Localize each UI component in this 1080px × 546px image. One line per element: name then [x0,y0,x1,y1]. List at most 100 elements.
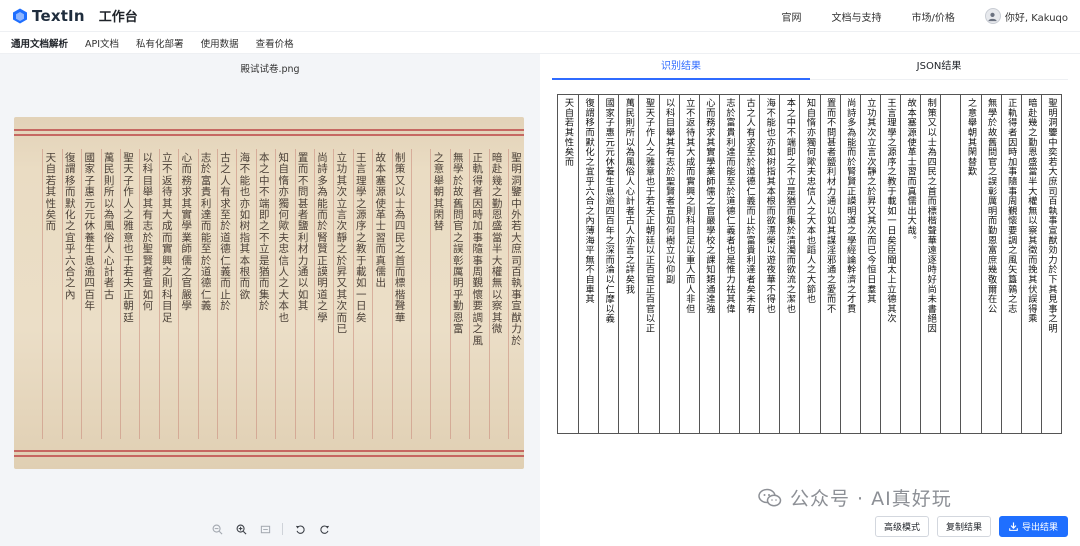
result-column-text: 立不返待其大成而實興之則科目足以重人而人非但 [683,98,695,314]
wechat-icon [758,488,782,506]
nav-market-pricing[interactable]: 市场/价格 [911,9,954,24]
advanced-mode-button[interactable]: 高级模式 [874,516,929,537]
rotate-left-button[interactable] [293,522,307,536]
copy-result-label: 复制结果 [945,523,982,533]
scroll-column-text: 本之中不端即之不立是猶而集於 [259,152,270,313]
scroll-column-text: 無學於故舊問官之誤彰厲明乎勤恩富 [453,152,464,336]
scroll-column-text: 復謂移而默化之宜乎六合之內 [65,152,76,301]
scroll-column-rule [139,149,141,439]
sub-nav: 通用文档解析 API文档 私有化部署 使用数据 查看价格 [0,32,1080,54]
scroll-column-rule [430,149,432,439]
scroll-column-text: 古之人有求至於道德仁義而止於 [220,152,231,313]
zoom-in-button[interactable] [234,522,248,536]
scroll-column-rule [120,149,121,439]
document-preview-pane: 殿试试卷.png 聖明洞鑒中外若大庶司百執事宣猷力於 暗赴幾之勤恩盛當半大權無以察… [0,54,540,546]
zoom-out-icon [212,524,222,534]
result-column: 無學於故舊問官之誤彰厲明而勤恩富庶幾敬爾在公 [980,95,1001,433]
copy-result-button[interactable]: 复制结果 [936,516,991,537]
scroll-column-rule [391,149,393,439]
scroll-column-rule [372,149,374,439]
result-column: 天自若其性矣而 [558,95,578,433]
rotate-right-button[interactable] [317,522,331,536]
result-column-text: 志於富貴利達而能至於道德仁義者也是惟力祛其偉 [723,98,735,314]
result-column: 聖明洞鑒中奕若大庶司百執事宣猷効力於下其見事之明 [1040,95,1061,433]
subnav-api-docs[interactable]: API文档 [85,36,119,50]
download-icon [1009,522,1018,531]
rotate-left-icon [295,524,305,534]
scroll-column-text: 以科目舉其有志於聖賢者宣如何 [142,152,154,313]
scroll-column-text: 之意舉朝其閑替 [433,152,445,233]
top-red-rule [14,129,524,131]
tab-recognition-result[interactable]: 识别结果 [552,54,810,80]
avatar[interactable] [984,8,1001,24]
result-column: 志於富貴利達而能至於道德仁義者也是惟力祛其偉 [718,95,739,433]
scroll-column-text: 國家子惠元元休養生息逾四百年 [84,152,95,313]
subnav-general-parsing[interactable]: 通用文档解析 [11,36,68,50]
scroll-column-text: 聖明洞鑒中外若大庶司百執事宣猷力於 [511,152,522,347]
scroll-column-rule [236,149,238,439]
result-column: 之意舉朝其閑替歎 [960,95,980,433]
result-column-text: 暗赴幾之勤恩盛當半大權無以察其徵而挽其伏誤得乘 [1025,98,1037,324]
fit-page-button[interactable] [258,522,272,536]
result-column: 立不返待其大成而實興之則科目足以重人而人非但 [678,95,699,433]
scroll-column-rule [100,149,102,439]
tab-json-result[interactable]: JSON结果 [810,54,1068,79]
scroll-column-rule [61,149,63,439]
result-column: 國家子惠元元休養生息逾四百年之深而淪以仁摩以義 [598,95,618,433]
result-column-text: 聖天子作人之雅意也于若夫正朝廷以正百官正百官以正 [643,98,655,334]
result-column: 置而不問甚者鹽利材力通以如其謀淫邪通之愛而不 [819,95,840,433]
brand-logo[interactable]: TextIn [12,7,85,25]
scroll-column-rule [352,149,354,439]
subnav-usage-data[interactable]: 使用数据 [201,36,239,50]
scroll-column-text: 立功其次立言次靜之於昇又其次而已 [336,152,348,336]
toolbar-divider [282,523,283,535]
scroll-column-text: 正軌得者因時加事隨事周覲懷要調之風 [472,152,483,347]
nav-docs-support[interactable]: 文档与支持 [831,9,881,24]
result-column-text: 海不能也亦如树指其本根而欲漂榮以遊夜華不得也 [764,98,776,314]
result-column-text: 古之人有求至於道德仁義而止於富貴利達者矣未有 [744,98,756,314]
scroll-column-rule [449,149,451,439]
watermark-text: 公众号 · AI真好玩 [790,488,952,510]
scroll-column-rule [411,149,412,439]
result-column: 復謂移而默化之宜乎六合之內薄海平無不自車其 [578,95,598,433]
result-column: 正軌得者因時加事隨事周覲懷要調之風矢簋鶉之志 [1000,95,1021,433]
scroll-column-text: 置而不問甚者鹽利材力通以如其 [297,152,309,313]
subnav-pricing[interactable]: 查看价格 [256,36,294,50]
scroll-column-text: 海不能也亦如树指其本根而欲 [239,152,251,301]
textin-logo-icon [13,8,27,23]
scroll-column-rule [255,149,257,439]
result-column-text: 萬民則所以為風俗人心計者古人亦言之詳矣我 [623,98,635,294]
user-avatar-icon [988,12,997,21]
result-column-text: 知自惰亦獨何歟夫忠信人之大本也蹈人之大節也 [804,98,816,304]
result-column: 立功其次立言次靜之於昇又其次而已今恒日羣其 [859,95,880,433]
subnav-private-deploy[interactable]: 私有化部署 [136,36,184,50]
result-column: 故本塞源使革士習而真儒出大哉。 [900,95,920,433]
result-column-text: 以科目舉其有志於聖賢者宣如何樹立以仰副 [663,98,675,285]
result-column [940,95,960,433]
result-column: 知自惰亦獨何歟夫忠信人之大本也蹈人之大節也 [799,95,819,433]
result-column-text: 天自若其性矣而 [562,98,574,167]
scroll-document-image[interactable]: 聖明洞鑒中外若大庶司百執事宣猷力於 暗赴幾之勤恩盛當半大權無以察其微 正軌得者因時加… [14,117,524,469]
top-red-rule-inner [14,134,524,136]
result-column: 心而務求其實學業師儒之官嚴學校之課知類通達強 [698,95,719,433]
scroll-column-rule [488,149,490,439]
nav-official-site[interactable]: 官网 [781,9,801,24]
scroll-column-text: 萬民則所以為風俗人心計者古 [103,152,115,301]
result-column-text: 聖明洞鑒中奕若大庶司百執事宣猷効力於下其見事之明 [1045,98,1057,334]
result-column: 以科目舉其有志於聖賢者宣如何樹立以仰副 [658,95,679,433]
scroll-column-rule [314,149,315,439]
top-header: TextIn 工作台 官网 文档与支持 市场/价格 你好, Kakuqo [0,0,1080,32]
result-column: 暗赴幾之勤恩盛當半大權無以察其徵而挽其伏誤得乘 [1020,95,1041,433]
scroll-column-text: 尚詩多為能而於腎賢正謨明道之學 [317,152,328,324]
scroll-column-rule [217,149,218,439]
result-column: 王言理學之源序之教于載如一日矣臣聞太上立德其次 [879,95,900,433]
scroll-column-text: 王言理學之源序之教于載如一日矣 [356,152,367,324]
zoom-out-button[interactable] [210,522,224,536]
user-menu[interactable]: 你好, Kakuqo [984,8,1068,24]
user-greeting: 你好, Kakuqo [1004,12,1068,24]
zoom-in-icon [236,524,246,534]
scroll-column-rule [508,149,509,439]
export-result-label: 导出结果 [1021,523,1058,533]
export-result-button[interactable]: 导出结果 [998,516,1068,537]
result-column-text: 國家子惠元元休養生息逾四百年之深而淪以仁摩以義 [603,98,615,324]
